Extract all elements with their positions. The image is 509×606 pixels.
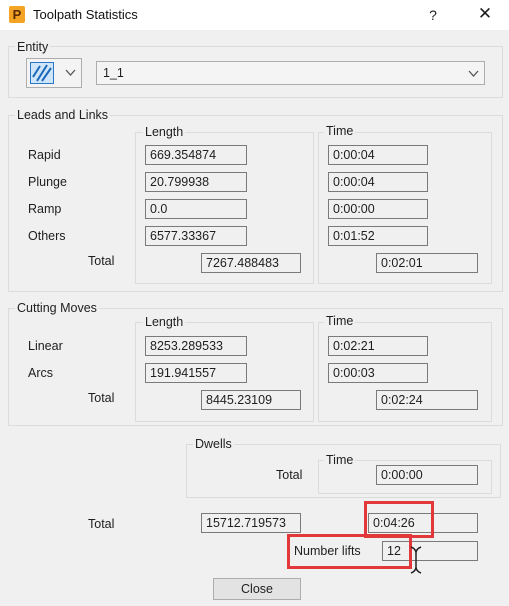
plunge-time-field[interactable]: 0:00:04 <box>328 172 428 192</box>
leads-total-length-field[interactable]: 7267.488483 <box>201 253 301 273</box>
others-length-field[interactable]: 6577.33367 <box>145 226 247 246</box>
ramp-label: Ramp <box>28 202 62 216</box>
cutting-moves-group-label: Cutting Moves <box>15 301 99 315</box>
dwells-total-time-field[interactable]: 0:00:00 <box>376 465 478 485</box>
dwells-group-label: Dwells <box>193 437 234 451</box>
linear-label: Linear <box>28 339 63 353</box>
ramp-time-field[interactable]: 0:00:00 <box>328 199 428 219</box>
linear-time-field[interactable]: 0:02:21 <box>328 336 428 356</box>
chevron-down-icon <box>65 69 76 76</box>
toolpath-statistics-dialog: P Toolpath Statistics ? ✕ Entity 1_1 Lea… <box>0 0 509 606</box>
arcs-label: Arcs <box>28 366 53 380</box>
text-cursor-icon <box>410 546 422 574</box>
rapid-length-field[interactable]: 669.354874 <box>145 145 247 165</box>
leads-time-header: Time <box>324 124 356 138</box>
entity-group-label: Entity <box>15 40 51 54</box>
plunge-length-field[interactable]: 20.799938 <box>145 172 247 192</box>
leads-total-time-field[interactable]: 0:02:01 <box>376 253 478 273</box>
ramp-length-field[interactable]: 0.0 <box>145 199 247 219</box>
arcs-length-field[interactable]: 191.941557 <box>145 363 247 383</box>
cutting-total-length-field[interactable]: 8445.23109 <box>201 390 301 410</box>
rapid-label: Rapid <box>28 148 61 162</box>
chevron-down-icon <box>468 70 479 77</box>
leads-length-header: Length <box>143 125 186 139</box>
close-window-icon[interactable]: ✕ <box>474 3 496 25</box>
plunge-label: Plunge <box>28 175 67 189</box>
linear-length-field[interactable]: 8253.289533 <box>145 336 247 356</box>
cutting-time-header: Time <box>324 314 356 328</box>
dwells-total-label: Total <box>276 468 303 482</box>
number-lifts-highlight <box>287 534 412 569</box>
arcs-time-field[interactable]: 0:00:03 <box>328 363 428 383</box>
help-button[interactable]: ? <box>426 5 440 25</box>
leads-total-label: Total <box>88 254 115 268</box>
cutting-total-time-field[interactable]: 0:02:24 <box>376 390 478 410</box>
entity-selected-value: 1_1 <box>103 66 124 80</box>
dwells-time-header: Time <box>324 453 356 467</box>
overall-total-length-field[interactable]: 15712.719573 <box>201 513 301 533</box>
leads-links-group-label: Leads and Links <box>15 108 111 122</box>
overall-total-label: Total <box>88 517 115 531</box>
title-bar: P Toolpath Statistics ? ✕ <box>0 0 509 30</box>
others-label: Others <box>28 229 66 243</box>
total-time-highlight <box>364 501 434 538</box>
cutting-length-header: Length <box>143 315 186 329</box>
window-title: Toolpath Statistics <box>33 7 138 22</box>
entity-type-dropdown[interactable] <box>26 58 82 88</box>
entity-select[interactable]: 1_1 <box>96 61 485 85</box>
app-logo-icon: P <box>9 6 25 23</box>
others-time-field[interactable]: 0:01:52 <box>328 226 428 246</box>
rapid-time-field[interactable]: 0:00:04 <box>328 145 428 165</box>
cutting-total-label: Total <box>88 391 115 405</box>
toolpath-icon <box>30 62 54 84</box>
close-button[interactable]: Close <box>213 578 301 600</box>
